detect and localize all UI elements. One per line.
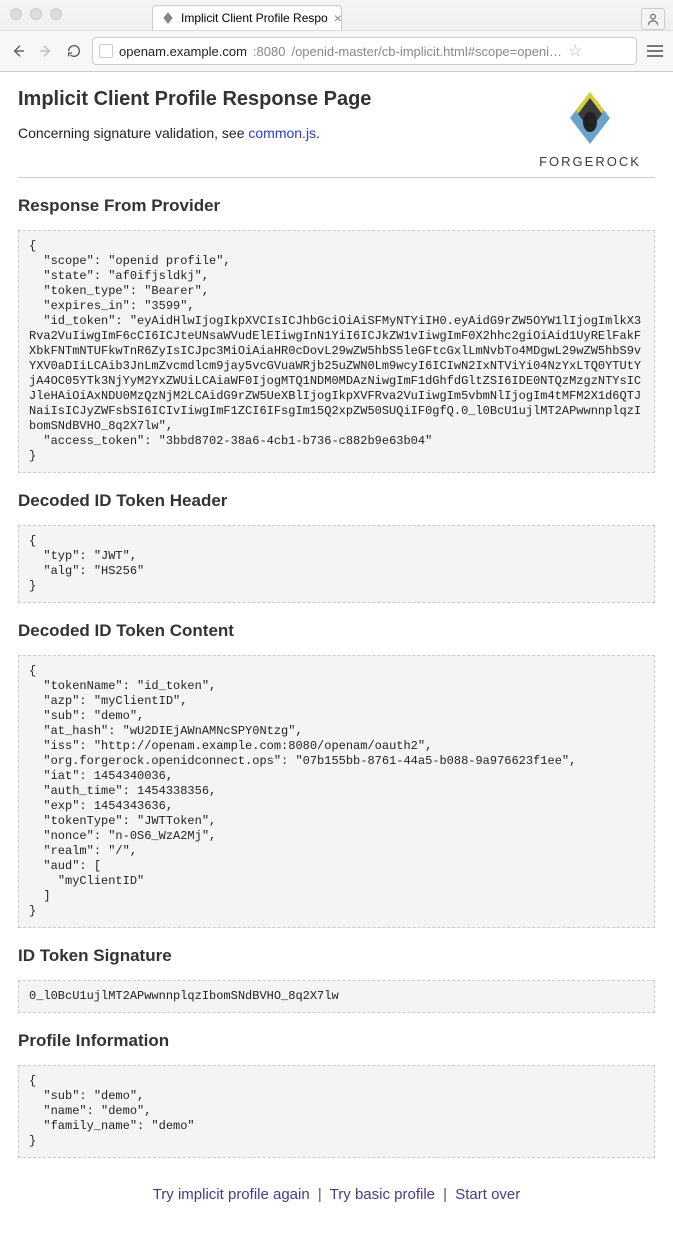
try-implicit-link[interactable]: Try implicit profile again xyxy=(153,1186,310,1203)
reload-button[interactable] xyxy=(64,41,84,61)
forgerock-logo: FORGEROCK xyxy=(525,88,655,169)
close-window-icon[interactable] xyxy=(10,8,22,20)
page-content: Implicit Client Profile Response Page Co… xyxy=(0,72,673,1233)
hamburger-icon xyxy=(647,45,663,47)
separator: | xyxy=(443,1186,447,1203)
window-controls xyxy=(0,0,72,20)
back-button[interactable] xyxy=(8,41,28,61)
url-port: :8080 xyxy=(253,44,286,59)
page-subtitle: Concerning signature validation, see com… xyxy=(18,125,505,141)
maximize-window-icon[interactable] xyxy=(50,8,62,20)
content-heading: Decoded ID Token Content xyxy=(18,621,655,641)
browser-tab[interactable]: Implicit Client Profile Respo × xyxy=(152,5,342,30)
start-over-link[interactable]: Start over xyxy=(455,1186,520,1203)
separator: | xyxy=(318,1186,322,1203)
browser-toolbar: openam.example.com :8080/openid-master/cb… xyxy=(0,30,673,71)
bookmark-star-icon[interactable]: ☆ xyxy=(568,41,582,61)
tab-close-icon[interactable]: × xyxy=(334,10,342,26)
header-heading: Decoded ID Token Header xyxy=(18,491,655,511)
page-icon xyxy=(99,44,113,58)
user-menu-button[interactable] xyxy=(641,8,665,30)
response-body: { "scope": "openid profile", "state": "a… xyxy=(18,230,655,473)
profile-heading: Profile Information xyxy=(18,1031,655,1051)
content-body: { "tokenName": "id_token", "azp": "myCli… xyxy=(18,655,655,928)
try-basic-link[interactable]: Try basic profile xyxy=(330,1186,435,1203)
url-path: /openid-master/cb-implicit.html#scope=op… xyxy=(291,44,562,59)
divider xyxy=(18,177,655,178)
minimize-window-icon[interactable] xyxy=(30,8,42,20)
forgerock-logo-text: FORGEROCK xyxy=(525,154,655,169)
profile-body: { "sub": "demo", "name": "demo", "family… xyxy=(18,1065,655,1158)
user-icon xyxy=(646,12,660,26)
favicon-icon xyxy=(161,11,175,25)
tab-bar: Implicit Client Profile Respo × xyxy=(72,0,673,30)
url-domain: openam.example.com xyxy=(119,44,247,59)
arrow-right-icon xyxy=(38,43,54,59)
footer-links: Try implicit profile again | Try basic p… xyxy=(18,1186,655,1203)
forgerock-logo-icon xyxy=(560,88,620,148)
arrow-left-icon xyxy=(10,43,26,59)
tab-title: Implicit Client Profile Respo xyxy=(181,11,328,25)
common-js-link[interactable]: common.js xyxy=(248,125,316,141)
signature-body: 0_l0BcU1ujlMT2APwwnnplqzIbomSNdBVHO_8q2X… xyxy=(18,980,655,1013)
page-title: Implicit Client Profile Response Page xyxy=(18,88,505,111)
response-heading: Response From Provider xyxy=(18,196,655,216)
forward-button[interactable] xyxy=(36,41,56,61)
header-body: { "typ": "JWT", "alg": "HS256" } xyxy=(18,525,655,603)
reload-icon xyxy=(66,43,82,59)
signature-heading: ID Token Signature xyxy=(18,946,655,966)
browser-chrome: Implicit Client Profile Respo × openam.e… xyxy=(0,0,673,72)
menu-button[interactable] xyxy=(645,45,665,57)
address-bar[interactable]: openam.example.com :8080/openid-master/cb… xyxy=(92,37,637,65)
